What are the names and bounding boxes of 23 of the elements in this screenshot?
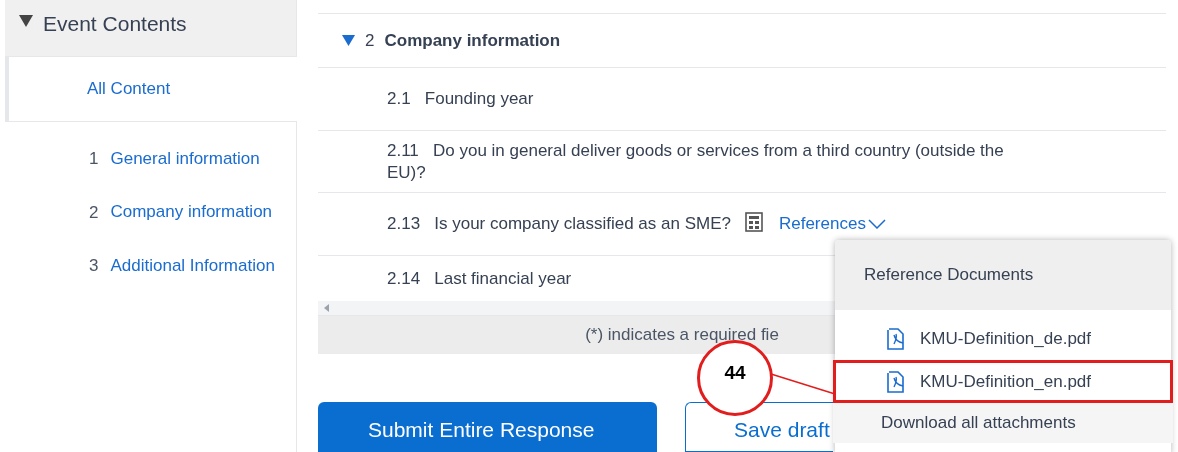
section-header[interactable]: 2 Company information [318,14,1166,68]
popup-title: Reference Documents [864,264,1034,287]
file-link[interactable]: KMU-Definition_en.pdf [833,360,1173,403]
sidebar-item[interactable]: 3 Additional Information [5,239,297,293]
question-text: 2.1 Founding year [387,88,534,110]
expand-triangle-icon [19,15,33,27]
sidebar-item[interactable]: 2 Company information [5,185,297,239]
sidebar-item[interactable]: All Content [5,57,297,122]
download-all-link[interactable]: Download all attachments [833,403,1173,443]
sidebar-item[interactable]: 1 General information [5,122,297,186]
references-link[interactable]: References [778,211,886,237]
expand-triangle-icon [342,35,355,46]
pdf-file-icon [886,326,906,351]
question-text: 2.14 Last financial year [387,267,572,290]
pdf-file-icon [886,369,906,394]
question-text: 2.11 Do you in general deliver goods or services from a third country (outside the EU)? [387,139,1005,184]
submit-button[interactable]: Submit Entire Response [318,402,657,452]
sidebar-header[interactable]: Event Contents [5,0,297,57]
question-text: 2.13 Is your company classified as an SME? [387,213,731,235]
file-link[interactable]: KMU-Definition_de.pdf [833,317,1173,360]
calculator-icon[interactable] [744,212,763,232]
chevron-down-icon [867,219,886,229]
leader-line [770,372,836,396]
